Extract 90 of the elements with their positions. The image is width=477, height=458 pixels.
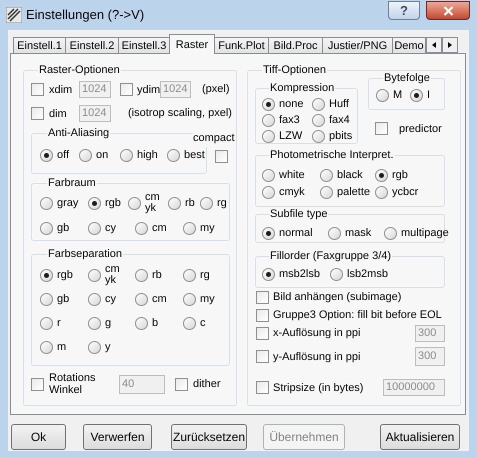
radio-button[interactable]: gb — [40, 222, 88, 234]
radio-button[interactable]: g — [88, 316, 135, 330]
radio-button[interactable]: my — [183, 222, 215, 234]
group-title: Raster-Optionen — [38, 63, 121, 77]
radio-button[interactable]: rgb — [88, 196, 128, 210]
checkbox[interactable]: Stripsize (in bytes) — [256, 381, 364, 394]
radio-button[interactable]: off — [40, 148, 79, 162]
close-button[interactable] — [426, 1, 470, 20]
radio-button[interactable]: ycbcr — [375, 184, 444, 201]
radio-button[interactable]: rg — [183, 268, 210, 282]
radio-button[interactable]: palette — [320, 184, 375, 201]
group-title: Bytefolge — [383, 71, 431, 85]
radio-button[interactable]: gb — [40, 292, 88, 306]
radio-button[interactable]: none — [262, 96, 312, 112]
checkbox[interactable]: dither — [175, 378, 221, 390]
checkbox[interactable]: dim — [31, 107, 79, 120]
radio-button[interactable]: normal — [262, 226, 328, 240]
dialog-button[interactable]: Aktualisieren — [380, 424, 460, 450]
radio-button[interactable]: cy — [88, 222, 135, 234]
dialog-button[interactable]: Verwerfen — [83, 424, 152, 450]
checkbox-label: compact — [193, 130, 235, 146]
radio-button[interactable]: LZW — [262, 128, 312, 144]
tab-scroll-button[interactable] — [426, 37, 442, 53]
radio-button[interactable]: cm — [135, 222, 183, 234]
radio-button[interactable]: m — [40, 340, 88, 354]
radio-button[interactable]: cm — [135, 292, 183, 306]
radio-button[interactable]: fax4 — [312, 112, 357, 128]
radio-button[interactable]: multipage — [384, 226, 449, 240]
radio-button[interactable]: M — [376, 88, 410, 102]
radio-button[interactable]: lsb2msb — [330, 268, 388, 280]
group-title: Farbraum — [47, 176, 97, 190]
radio-button[interactable]: cy — [88, 292, 135, 306]
tab[interactable]: Raster — [169, 34, 215, 54]
help-button[interactable]: ? — [388, 1, 420, 20]
radio-button[interactable]: black — [320, 167, 375, 184]
radio-button[interactable]: rg — [200, 196, 227, 210]
checkbox[interactable]: predictor — [375, 122, 445, 135]
unit-label: (pxel) — [202, 82, 230, 98]
checkbox[interactable] — [215, 150, 228, 163]
tab[interactable]: Bild.Proc — [268, 37, 323, 53]
tab[interactable]: Demo — [392, 37, 426, 53]
radio-button[interactable]: high — [120, 148, 167, 162]
app-icon — [6, 7, 22, 23]
tab[interactable]: Funk.Plot — [214, 37, 269, 53]
radio-button[interactable]: best — [167, 148, 205, 162]
checkbox[interactable]: Bild anhängen (subimage) — [256, 290, 402, 304]
group-title: Kompression — [269, 81, 336, 95]
radio-button[interactable]: rb — [168, 196, 200, 210]
right-arrow-icon — [446, 40, 454, 50]
dialog-button[interactable]: Ok — [11, 424, 66, 450]
tab[interactable]: Einstell.2 — [65, 37, 119, 53]
radio-button[interactable]: cm yk — [128, 192, 168, 214]
tab[interactable]: Einstell.1 — [13, 37, 66, 53]
radio-button[interactable]: cm yk — [88, 264, 135, 286]
close-icon — [442, 6, 454, 16]
checkbox[interactable]: xdim — [31, 83, 79, 96]
window-title: Einstellungen (?->V) — [26, 7, 144, 23]
radio-button[interactable]: r — [40, 316, 88, 330]
radio-button[interactable]: white — [262, 167, 320, 184]
group-title: Photometrische Interpret. — [269, 148, 395, 162]
checkbox[interactable]: y-Auflösung in ppi — [256, 350, 360, 363]
radio-button[interactable]: msb2lsb — [262, 268, 330, 280]
checkbox[interactable]: x-Auflösung in ppi — [256, 326, 360, 340]
radio-button[interactable]: b — [135, 316, 183, 330]
radio-button[interactable]: pbits — [312, 128, 357, 144]
radio-button[interactable]: my — [183, 292, 215, 306]
radio-button[interactable]: gray — [40, 196, 88, 210]
group-title: Fillorder (Faxgruppe 3/4) — [269, 249, 392, 263]
checkbox[interactable]: Rotations Winkel — [31, 372, 119, 396]
radio-button[interactable]: cmyk — [262, 184, 320, 201]
checkbox[interactable]: Gruppe3 Option: fill bit before EOL — [256, 308, 442, 322]
group-title: Anti-Aliasing — [47, 126, 110, 140]
radio-button[interactable]: rgb — [40, 268, 88, 282]
radio-button[interactable]: mask — [328, 226, 384, 240]
checkbox[interactable]: ydim — [120, 83, 160, 96]
tab[interactable]: Justier/PNG — [322, 37, 393, 53]
radio-button[interactable]: y — [88, 340, 135, 354]
radio-button[interactable]: on — [79, 148, 120, 162]
tab[interactable]: Einstell.3 — [118, 37, 170, 53]
radio-button[interactable]: rb — [135, 268, 183, 282]
group-title: Farbseparation — [47, 247, 123, 261]
radio-button[interactable]: fax3 — [262, 112, 312, 128]
group-title: Tiff-Optionen — [262, 63, 327, 77]
radio-button[interactable]: Huff — [312, 96, 357, 112]
tab-scroll-button[interactable] — [442, 37, 458, 53]
group-title: Subfile type — [269, 207, 328, 221]
hint-text: (isotrop scaling, pxel) — [128, 106, 232, 122]
radio-button[interactable]: rgb — [375, 167, 444, 184]
left-arrow-icon — [430, 40, 438, 50]
dialog-button[interactable]: Zurücksetzen — [171, 424, 247, 450]
